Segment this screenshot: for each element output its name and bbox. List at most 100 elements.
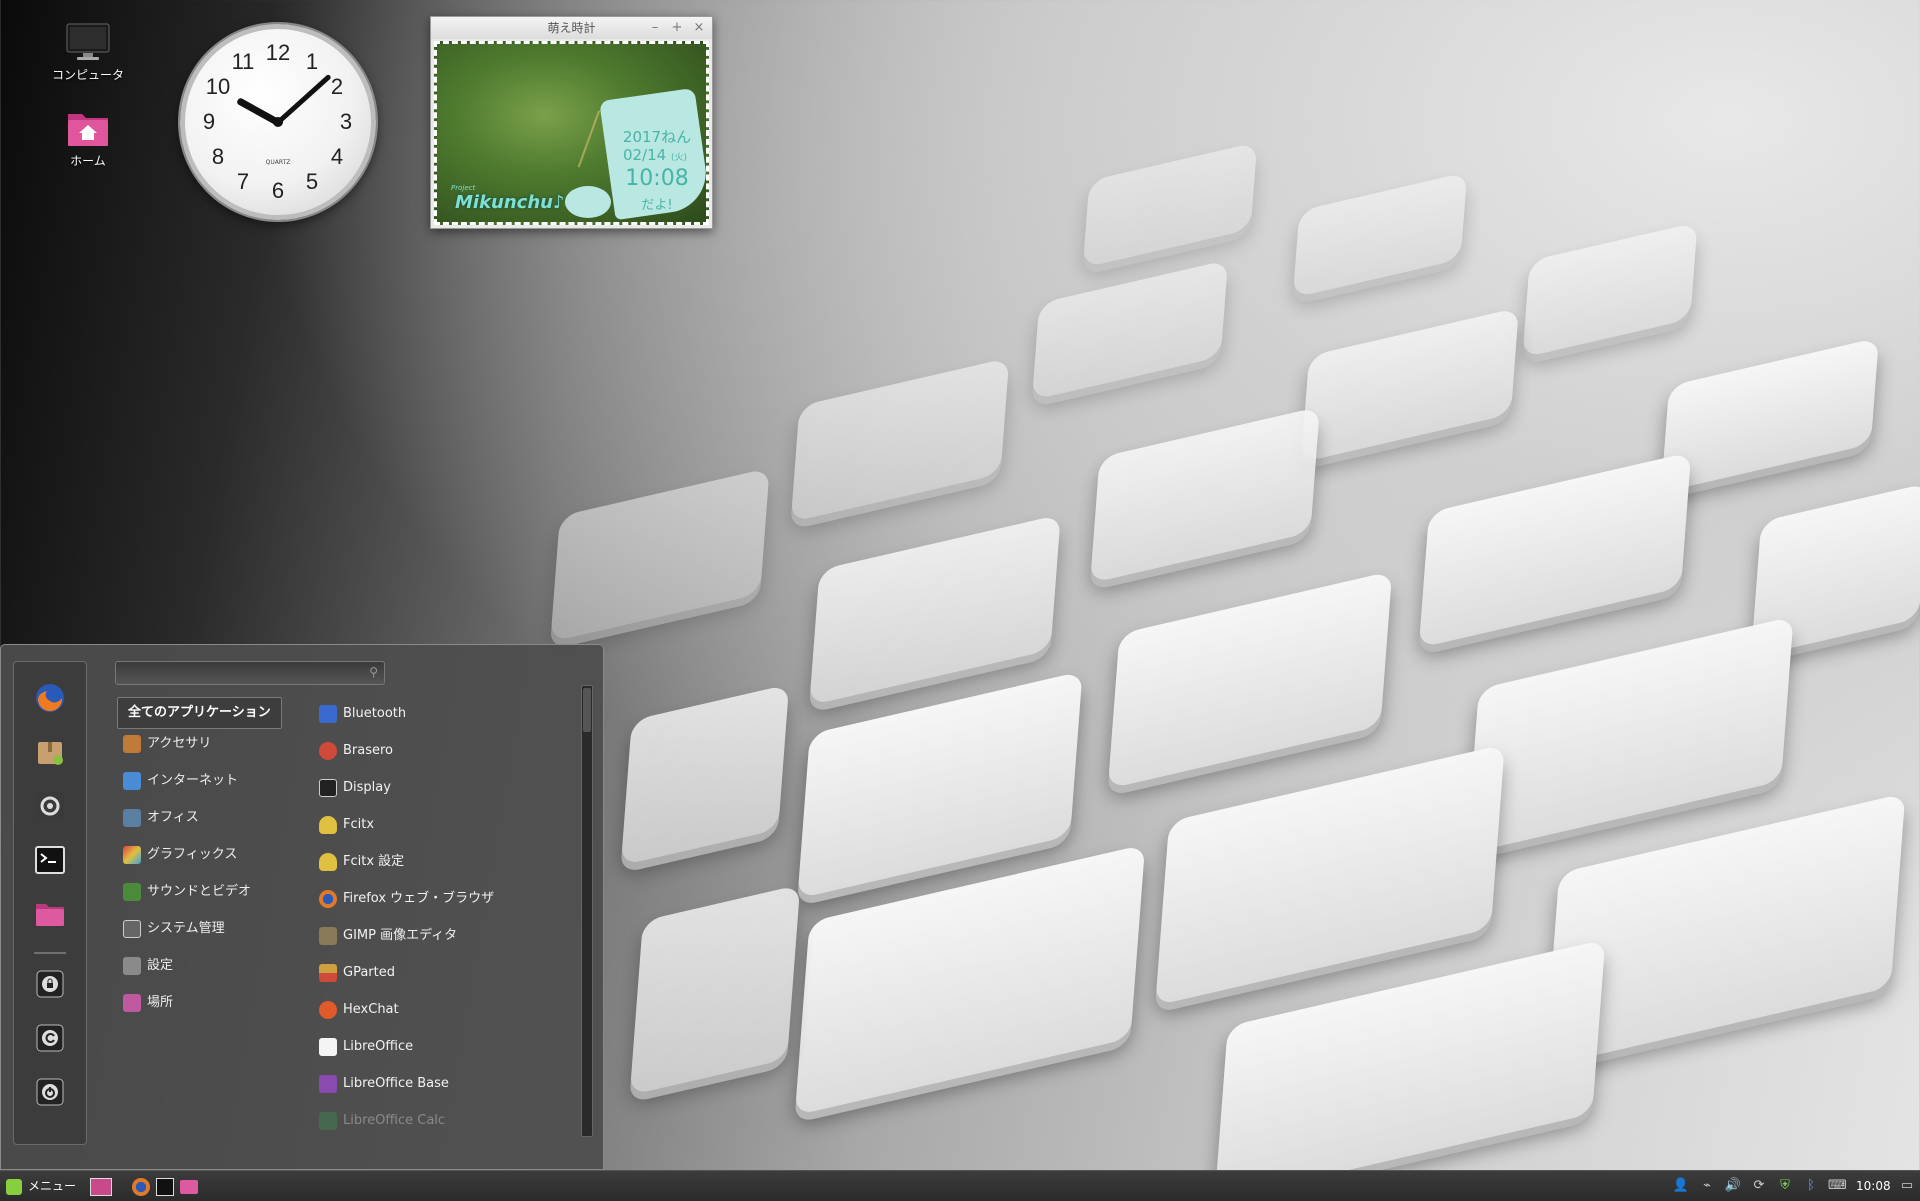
- app-brasero[interactable]: Brasero: [319, 736, 393, 766]
- bottom-panel: メニュー 👤 ⌁ 🔊 ⟳ ⛨ ᛒ ⌨ 10:08 ▭: [0, 1170, 1920, 1201]
- app-gimp[interactable]: GIMP 画像エディタ: [319, 921, 457, 951]
- moe-year: 2017ねん: [622, 128, 692, 146]
- category-settings[interactable]: 設定: [123, 951, 173, 981]
- menu-button-label: メニュー: [28, 1179, 77, 1193]
- moe-clock-window[interactable]: 萌え時計 – + × 2017ねん 02/14 (火) 10:08 だよ! Pr…: [430, 16, 713, 229]
- note-head: [565, 186, 611, 218]
- category-places[interactable]: 場所: [123, 988, 173, 1018]
- lock-screen-button[interactable]: [34, 968, 66, 1000]
- category-internet[interactable]: インターネット: [123, 766, 238, 796]
- app-fcitx-settings[interactable]: Fcitx 設定: [319, 847, 404, 877]
- scrollbar-thumb[interactable]: [583, 688, 591, 732]
- clock-number: 3: [339, 109, 353, 134]
- terminal-icon: [156, 1177, 174, 1196]
- launcher-terminal[interactable]: [156, 1175, 174, 1197]
- moe-time: 10:08: [625, 166, 689, 191]
- window-titlebar[interactable]: 萌え時計 – + ×: [431, 17, 712, 39]
- show-desktop-button[interactable]: [90, 1175, 112, 1197]
- app-fcitx[interactable]: Fcitx: [319, 810, 374, 840]
- start-menu: ⚲ 全てのアプリケーション アクセサリ インターネット オフィス グラフィックス…: [0, 644, 604, 1170]
- sound-video-icon: [123, 882, 141, 901]
- favorite-files[interactable]: [34, 898, 66, 930]
- network-icon[interactable]: ⌁: [1698, 1177, 1716, 1195]
- keyboard-icon[interactable]: ⌨: [1828, 1177, 1847, 1195]
- app-bluetooth[interactable]: Bluetooth: [319, 699, 406, 729]
- app-gparted[interactable]: GParted: [319, 958, 395, 988]
- app-label: Firefox ウェブ・ブラウザ: [343, 891, 495, 906]
- show-desktop-icon: [90, 1177, 112, 1196]
- app-firefox[interactable]: Firefox ウェブ・ブラウザ: [319, 884, 494, 914]
- category-accessories[interactable]: アクセサリ: [123, 729, 211, 759]
- system-admin-icon: [123, 919, 141, 938]
- moe-suffix: だよ!: [641, 198, 673, 213]
- favorites-sidebar: [13, 661, 87, 1145]
- moe-clock-image: 2017ねん 02/14 (火) 10:08 だよ! Project Mikun…: [434, 41, 709, 225]
- favorite-package-manager[interactable]: [34, 736, 66, 768]
- desktop-icon-label: ホーム: [70, 154, 106, 168]
- favorite-system-settings[interactable]: [34, 790, 66, 822]
- category-office[interactable]: オフィス: [123, 803, 199, 833]
- desktop-icon-home[interactable]: ホーム: [43, 108, 133, 169]
- menu-button[interactable]: メニュー: [6, 1175, 76, 1197]
- category-label: サウンドとビデオ: [147, 884, 252, 899]
- app-display[interactable]: Display: [319, 773, 391, 803]
- libreoffice-icon: [319, 1037, 337, 1056]
- bluetooth-icon[interactable]: ᛒ: [1802, 1177, 1820, 1195]
- apps-scrollbar[interactable]: [581, 685, 593, 1137]
- firefox-icon: [319, 889, 337, 908]
- firefox-icon: [36, 684, 64, 712]
- category-label: アクセサリ: [147, 736, 212, 751]
- bluetooth-icon: [319, 704, 337, 723]
- volume-icon[interactable]: 🔊: [1724, 1177, 1742, 1195]
- clock-center: [273, 117, 283, 127]
- desktop-icon-computer[interactable]: コンピュータ: [43, 22, 133, 83]
- category-sound-video[interactable]: サウンドとビデオ: [123, 877, 251, 907]
- category-all-applications[interactable]: 全てのアプリケーション: [117, 697, 282, 729]
- moe-brand: Mikunchu♪: [455, 192, 565, 213]
- minimize-button[interactable]: –: [645, 17, 665, 39]
- close-button[interactable]: ×: [689, 17, 709, 39]
- panel-clock[interactable]: 10:08: [1856, 1175, 1891, 1197]
- user-icon[interactable]: 👤: [1672, 1177, 1690, 1195]
- gparted-icon: [319, 963, 337, 982]
- analog-clock-desklet: 12 1 2 3 4 5 6 7 8 9 10 11 QUARTZ: [180, 24, 376, 220]
- logout-button[interactable]: [34, 1022, 66, 1054]
- app-libreoffice-base[interactable]: LibreOffice Base: [319, 1069, 449, 1099]
- settings-icon: [123, 956, 141, 975]
- logout-icon: [36, 1024, 64, 1052]
- app-label: LibreOffice Calc: [343, 1113, 446, 1128]
- clock-number: 8: [211, 144, 225, 169]
- app-label: Brasero: [343, 743, 394, 758]
- launcher-firefox[interactable]: [132, 1175, 150, 1197]
- category-system-admin[interactable]: システム管理: [123, 914, 225, 944]
- maximize-button[interactable]: +: [667, 17, 687, 39]
- favorite-firefox[interactable]: [34, 682, 66, 714]
- package-manager-icon: [38, 742, 63, 765]
- firefox-icon: [132, 1177, 150, 1196]
- app-libreoffice-calc[interactable]: LibreOffice Calc: [319, 1106, 445, 1136]
- shutdown-button[interactable]: [34, 1076, 66, 1108]
- mint-logo-icon: [6, 1178, 22, 1195]
- shield-icon[interactable]: ⛨: [1776, 1177, 1794, 1195]
- app-label: LibreOffice: [343, 1039, 414, 1054]
- lock-screen-icon: [36, 970, 64, 998]
- office-icon: [123, 808, 141, 827]
- app-label: LibreOffice Base: [343, 1076, 449, 1091]
- app-label: Fcitx 設定: [343, 854, 405, 869]
- app-hexchat[interactable]: HexChat: [319, 995, 399, 1025]
- menu-search-input[interactable]: ⚲: [115, 661, 385, 685]
- update-icon[interactable]: ⟳: [1750, 1177, 1768, 1195]
- category-label: 場所: [147, 995, 174, 1010]
- penguin-icon: [319, 815, 337, 834]
- notification-icon[interactable]: ▭: [1898, 1177, 1916, 1195]
- favorite-terminal[interactable]: [34, 844, 66, 876]
- app-label: Bluetooth: [343, 706, 407, 721]
- favorites-separator: [34, 952, 66, 954]
- app-libreoffice[interactable]: LibreOffice: [319, 1032, 413, 1062]
- launcher-files[interactable]: [180, 1175, 198, 1197]
- category-graphics[interactable]: グラフィックス: [123, 840, 237, 870]
- clock-number: 9: [202, 109, 216, 134]
- app-label: HexChat: [343, 1002, 399, 1017]
- system-settings-icon: [36, 792, 64, 820]
- moe-date: 02/14 (火): [605, 146, 705, 164]
